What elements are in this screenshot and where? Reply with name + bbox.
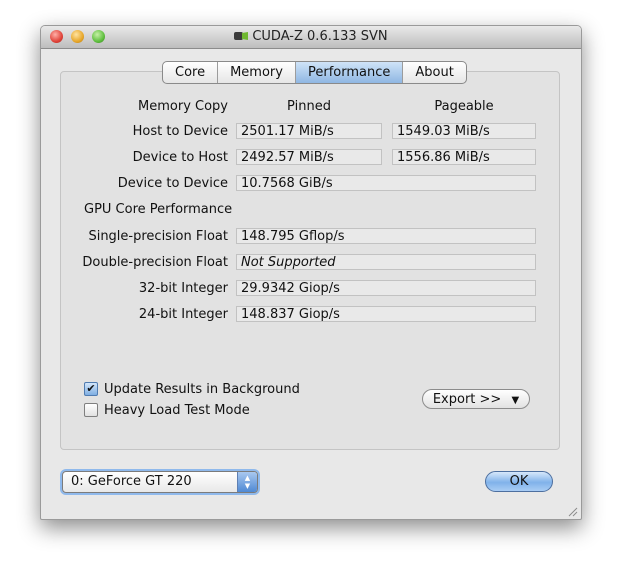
memory-copy-heading: Memory Copy [138, 99, 228, 114]
checkmark-icon: ✔ [86, 382, 96, 395]
single-precision-label: Single-precision Float [88, 229, 228, 244]
pinned-column-header: Pinned [287, 99, 331, 114]
tab-bar: Core Memory Performance About [162, 61, 467, 84]
device-select[interactable]: 0: GeForce GT 220 ▲ ▼ [62, 471, 258, 493]
single-precision-value: 148.795 Gflop/s [236, 228, 536, 244]
pageable-column-header: Pageable [434, 99, 494, 114]
device-to-host-pinned-value: 2492.57 MiB/s [236, 149, 382, 165]
triangle-down-icon: ▼ [511, 395, 520, 406]
host-to-device-label: Host to Device [132, 124, 228, 139]
up-down-arrows-icon: ▲ ▼ [237, 472, 257, 492]
gpu-core-heading: GPU Core Performance [84, 202, 233, 217]
host-to-device-pinned-value: 2501.17 MiB/s [236, 123, 382, 139]
host-to-device-pageable-value: 1549.03 MiB/s [392, 123, 536, 139]
device-to-device-label: Device to Device [117, 176, 228, 191]
device-to-host-pageable-value: 1556.86 MiB/s [392, 149, 536, 165]
heavy-load-label: Heavy Load Test Mode [104, 402, 250, 418]
update-background-option[interactable]: ✔ Update Results in Background [84, 380, 300, 398]
int32-value: 29.9342 Giop/s [236, 280, 536, 296]
update-background-checkbox[interactable]: ✔ [84, 382, 98, 396]
tab-about[interactable]: About [403, 62, 465, 83]
int32-label: 32-bit Integer [138, 281, 228, 296]
tab-performance[interactable]: Performance [295, 62, 404, 83]
double-precision-label: Double-precision Float [82, 255, 228, 270]
update-background-label: Update Results in Background [104, 381, 300, 397]
double-precision-value: Not Supported [236, 254, 536, 270]
heavy-load-option[interactable]: Heavy Load Test Mode [84, 401, 250, 419]
ok-button[interactable]: OK [485, 471, 553, 492]
resize-grip-icon[interactable] [566, 505, 578, 517]
export-button[interactable]: Export >> ▼ [422, 389, 530, 409]
int24-value: 148.837 Giop/s [236, 306, 536, 322]
heavy-load-checkbox[interactable] [84, 403, 98, 417]
device-select-value: 0: GeForce GT 220 [71, 474, 192, 489]
export-button-label: Export >> [432, 392, 502, 407]
int24-label: 24-bit Integer [138, 307, 228, 322]
tab-core[interactable]: Core [163, 62, 219, 83]
device-to-host-label: Device to Host [132, 150, 228, 165]
tab-memory[interactable]: Memory [218, 62, 296, 83]
device-to-device-value: 10.7568 GiB/s [236, 175, 536, 191]
